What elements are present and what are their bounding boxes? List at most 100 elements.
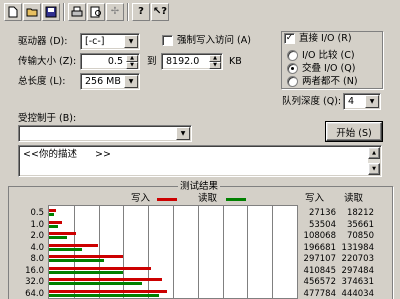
read-value: 35661	[346, 219, 374, 230]
to-label: 到	[147, 56, 157, 67]
gridline	[198, 206, 199, 298]
chevron-down-icon[interactable]: ▼	[124, 35, 138, 48]
scroll-up-icon[interactable]: ▲	[368, 147, 380, 159]
start-button-label: 开始 (S)	[336, 127, 372, 139]
gridline	[272, 206, 273, 298]
read-legend-label: 读取	[198, 193, 218, 204]
y-tick-label: 64.0	[25, 288, 44, 299]
toolbar-separator	[127, 3, 129, 21]
read-column-header: 读取	[344, 193, 364, 204]
chevron-down-icon[interactable]: ▼	[124, 75, 138, 88]
gridline	[223, 206, 224, 298]
results-table: 27136 18212 53504 35661 108068 70850 196681 131…	[298, 205, 382, 299]
write-value: 108068	[303, 231, 336, 241]
drive-value: [-c-]	[85, 36, 105, 47]
direct-io-label: 直接 I/O (R)	[299, 33, 354, 45]
help-icon[interactable]: ?	[132, 3, 150, 21]
transfer-size-to-stepper[interactable]: 8192.0 ▲ ▼	[161, 53, 223, 70]
read-bar	[49, 270, 123, 274]
move-icon[interactable]: ✢	[106, 3, 124, 21]
write-legend-swatch	[157, 198, 177, 201]
scrollbar[interactable]: ▲ ▼	[368, 147, 380, 175]
y-tick-label: 0.5	[30, 208, 44, 218]
results-title: 测试结果	[178, 181, 221, 193]
description-prefix: <<	[23, 149, 39, 160]
read-value: 131984	[341, 242, 374, 253]
write-value: 456572	[303, 277, 336, 287]
write-bar	[49, 232, 76, 235]
write-bar	[49, 243, 98, 247]
alternate-io-label: 交叠 I/O (Q)	[302, 63, 356, 74]
read-value: 297484	[341, 265, 374, 276]
transfer-to-value: 8192.0	[166, 56, 200, 67]
scroll-down-icon[interactable]: ▼	[368, 163, 380, 175]
read-legend-swatch	[226, 198, 246, 201]
direct-io-checkbox[interactable]: ✓	[284, 33, 295, 44]
results-chart	[48, 205, 298, 299]
force-write-checkbox[interactable]	[162, 35, 173, 46]
read-bar	[49, 236, 67, 239]
write-value: 27136	[308, 208, 336, 218]
start-button[interactable]: 开始 (S)	[325, 121, 383, 142]
spin-control[interactable]: ▲ ▼	[126, 55, 138, 69]
read-bar	[49, 293, 159, 297]
write-bar	[49, 289, 167, 293]
toolbar-separator	[63, 3, 65, 21]
read-value: 220703	[341, 254, 374, 264]
queue-depth-label: 队列深度 (Q):	[282, 96, 342, 107]
print-icon[interactable]	[68, 3, 86, 21]
read-bar	[49, 247, 82, 251]
controlled-by-label: 受控制于 (B):	[18, 113, 77, 124]
queue-depth-value: 4	[348, 96, 355, 107]
write-column-header: 写入	[305, 193, 325, 204]
write-bar	[49, 220, 62, 224]
y-tick-label: 16.0	[25, 265, 44, 276]
open-icon[interactable]	[23, 3, 41, 21]
read-bar	[49, 224, 58, 228]
toolbar: ✢ ? ↖?	[0, 0, 400, 26]
read-value: 444034	[341, 288, 374, 299]
gridline	[173, 206, 174, 298]
write-bar	[49, 209, 56, 212]
read-bar	[49, 282, 142, 285]
write-value: 196681	[303, 242, 336, 253]
description-text: 你的描述	[39, 149, 78, 160]
neither-label: 两者都不 (N)	[302, 76, 358, 87]
write-bar	[49, 266, 151, 270]
io-compare-label: I/O 比较 (C)	[302, 50, 355, 61]
y-tick-label: 8.0	[30, 254, 44, 264]
transfer-size-from-stepper[interactable]: 0.5 ▲ ▼	[80, 53, 140, 70]
save-icon[interactable]	[42, 3, 60, 21]
y-tick-label: 2.0	[30, 231, 44, 241]
y-tick-label: 32.0	[25, 277, 44, 287]
transfer-unit: KB	[229, 56, 242, 67]
write-bar	[49, 255, 123, 258]
controlled-by-select[interactable]: ▼	[18, 125, 192, 142]
spin-control[interactable]: ▲ ▼	[209, 55, 221, 69]
chevron-down-icon[interactable]: ▼	[176, 127, 190, 140]
description-field[interactable]: << 你的描述 >> ▲ ▼	[18, 145, 382, 177]
force-write-label: 强制写入访问 (A)	[177, 35, 251, 46]
io-compare-radio[interactable]	[287, 50, 298, 61]
read-value: 70850	[346, 231, 374, 241]
read-value: 18212	[346, 208, 374, 218]
gridline	[247, 206, 248, 298]
transfer-from-value: 0.5	[107, 56, 123, 67]
total-length-select[interactable]: 256 MB ▼	[80, 73, 140, 90]
drive-label: 驱动器 (D):	[18, 36, 68, 47]
drive-select[interactable]: [-c-] ▼	[80, 33, 140, 50]
total-length-label: 总长度 (L):	[18, 76, 66, 87]
queue-depth-select[interactable]: 4 ▼	[343, 93, 381, 110]
transfer-size-label: 传输大小 (Z):	[18, 56, 77, 67]
context-help-icon[interactable]: ↖?	[151, 3, 169, 21]
neither-radio[interactable]	[287, 76, 298, 87]
read-value: 374631	[341, 277, 374, 287]
total-length-value: 256 MB	[85, 76, 121, 87]
gridline	[148, 206, 149, 298]
y-axis-labels: 0.5 1.0 2.0 4.0 8.0 16.0 32.0 64.0	[18, 205, 46, 299]
new-icon[interactable]	[4, 3, 22, 21]
alternate-io-radio[interactable]	[287, 63, 298, 74]
print-preview-icon[interactable]	[87, 3, 105, 21]
y-tick-label: 4.0	[30, 242, 44, 253]
chevron-down-icon[interactable]: ▼	[365, 95, 379, 108]
